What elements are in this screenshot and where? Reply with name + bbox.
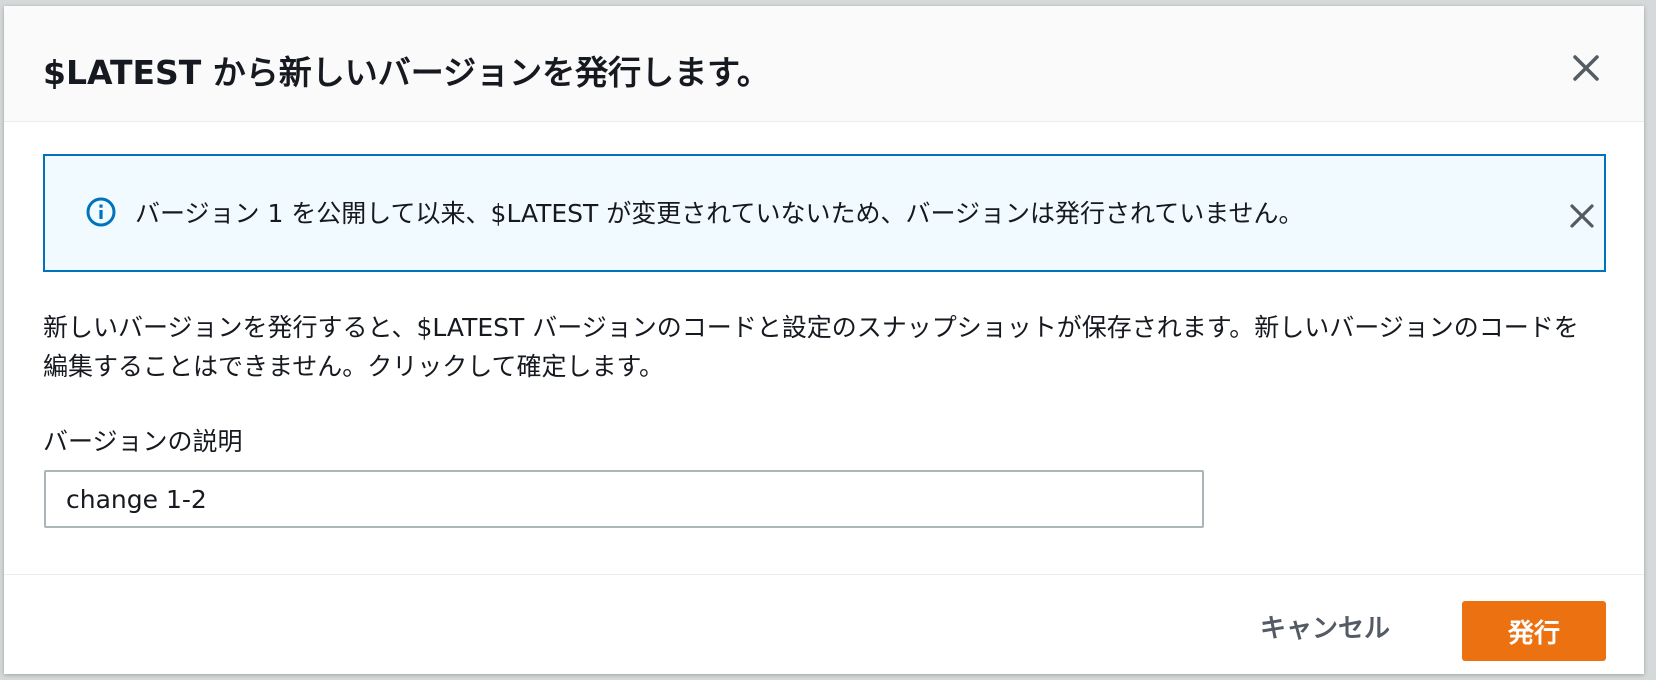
dismiss-alert-icon[interactable] [1566, 200, 1598, 232]
close-icon[interactable] [1566, 48, 1606, 88]
version-description-input[interactable] [44, 470, 1204, 528]
modal-header: $LATEST から新しいバージョンを発行します。 [4, 6, 1644, 122]
info-icon [85, 196, 117, 228]
info-alert: バージョン 1 を公開して以来、$LATEST が変更されていないため、バージョ… [43, 154, 1606, 272]
publish-version-modal: $LATEST から新しいバージョンを発行します。 バージョン 1 を公開して以… [4, 6, 1644, 674]
alert-message: バージョン 1 を公開して以来、$LATEST が変更されていないため、バージョ… [135, 199, 1304, 228]
modal-footer: キャンセル 発行 [4, 574, 1644, 674]
cancel-button[interactable]: キャンセル [1240, 597, 1410, 655]
modal-title: $LATEST から新しいバージョンを発行します。 [43, 53, 770, 92]
publish-button[interactable]: 発行 [1462, 601, 1606, 661]
version-description-label: バージョンの説明 [43, 427, 243, 456]
publish-description: 新しいバージョンを発行すると、$LATEST バージョンのコードと設定のスナップ… [43, 313, 1579, 381]
